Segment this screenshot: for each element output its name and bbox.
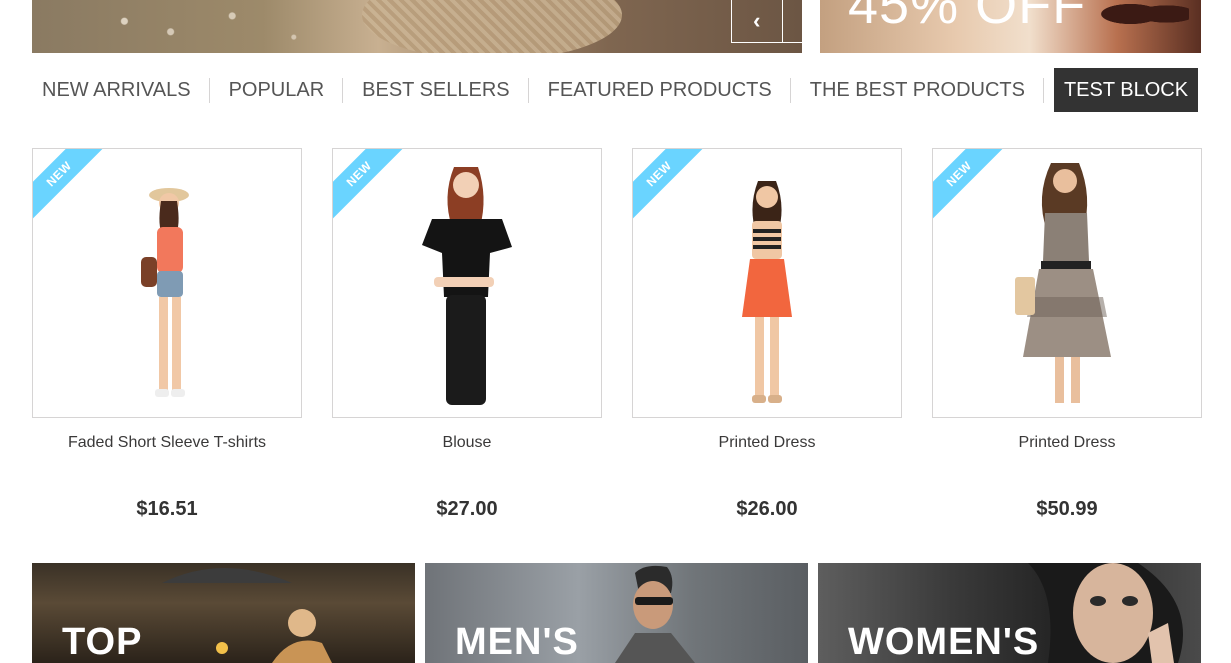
new-ribbon: NEW xyxy=(633,149,719,235)
tab-popular[interactable]: POPULAR xyxy=(210,68,344,112)
men-model-image xyxy=(615,565,695,663)
product-card: NEW Printed Dress $26.00 xyxy=(632,148,902,521)
slider-navigation: ‹ › xyxy=(731,0,802,43)
new-badge: NEW xyxy=(333,149,411,226)
promo-banner-right[interactable]: 45% OFF xyxy=(820,0,1201,53)
new-ribbon: NEW xyxy=(33,149,119,235)
slider-banner-left[interactable]: ‹ › xyxy=(32,0,802,53)
model-photo xyxy=(422,167,512,405)
tab-test-block[interactable]: TEST BLOCK xyxy=(1053,68,1199,112)
umbrella-image xyxy=(162,568,332,663)
category-label-top: TOP xyxy=(62,621,143,663)
next-slide-button[interactable]: › xyxy=(781,0,803,42)
product-image-link[interactable]: NEW xyxy=(332,148,602,418)
promo-text: 45% OFF xyxy=(848,0,1087,35)
new-badge: NEW xyxy=(33,149,111,226)
category-banner-women[interactable]: WOMEN'S xyxy=(818,563,1201,663)
product-card: NEW Faded Short Sleeve T-shirts $16.51 xyxy=(32,148,302,521)
tab-best-sellers[interactable]: BEST SELLERS xyxy=(343,68,530,112)
sunglasses-image xyxy=(1099,0,1189,34)
model-photo xyxy=(141,188,189,397)
product-price: $27.00 xyxy=(436,498,498,520)
prev-slide-button[interactable]: ‹ xyxy=(732,0,782,42)
model-photo xyxy=(742,181,792,403)
new-ribbon: NEW xyxy=(333,149,419,235)
product-tabs: NEW ARRIVALS POPULAR BEST SELLERS FEATUR… xyxy=(32,68,1199,112)
category-banner-men[interactable]: MEN'S xyxy=(425,563,808,663)
category-label-men: MEN'S xyxy=(455,621,579,663)
product-image-link[interactable]: NEW xyxy=(932,148,1202,418)
product-price: $26.00 xyxy=(736,498,798,520)
category-banner-top[interactable]: TOP xyxy=(32,563,415,663)
product-name[interactable]: Printed Dress xyxy=(932,434,1202,454)
banner-scarf-image xyxy=(362,0,622,53)
product-card: NEW Blouse $27.00 xyxy=(332,148,602,521)
new-badge: NEW xyxy=(933,149,1011,226)
product-name[interactable]: Faded Short Sleeve T-shirts xyxy=(32,434,302,454)
product-price: $50.99 xyxy=(1036,498,1098,520)
tab-featured-products[interactable]: FEATURED PRODUCTS xyxy=(529,68,791,112)
tab-the-best-products[interactable]: THE BEST PRODUCTS xyxy=(791,68,1045,112)
product-price: $16.51 xyxy=(136,498,198,520)
product-image-link[interactable]: NEW xyxy=(32,148,302,418)
tab-new-arrivals[interactable]: NEW ARRIVALS xyxy=(32,68,210,112)
product-name[interactable]: Blouse xyxy=(332,434,602,454)
product-name[interactable]: Printed Dress xyxy=(632,434,902,454)
product-image-link[interactable]: NEW xyxy=(632,148,902,418)
category-label-women: WOMEN'S xyxy=(848,621,1040,663)
product-card: NEW Printed Dress $50.99 xyxy=(932,148,1202,521)
women-model-image xyxy=(1028,563,1183,663)
new-badge: NEW xyxy=(633,149,711,226)
new-ribbon: NEW xyxy=(933,149,1019,235)
model-photo xyxy=(1015,163,1111,403)
